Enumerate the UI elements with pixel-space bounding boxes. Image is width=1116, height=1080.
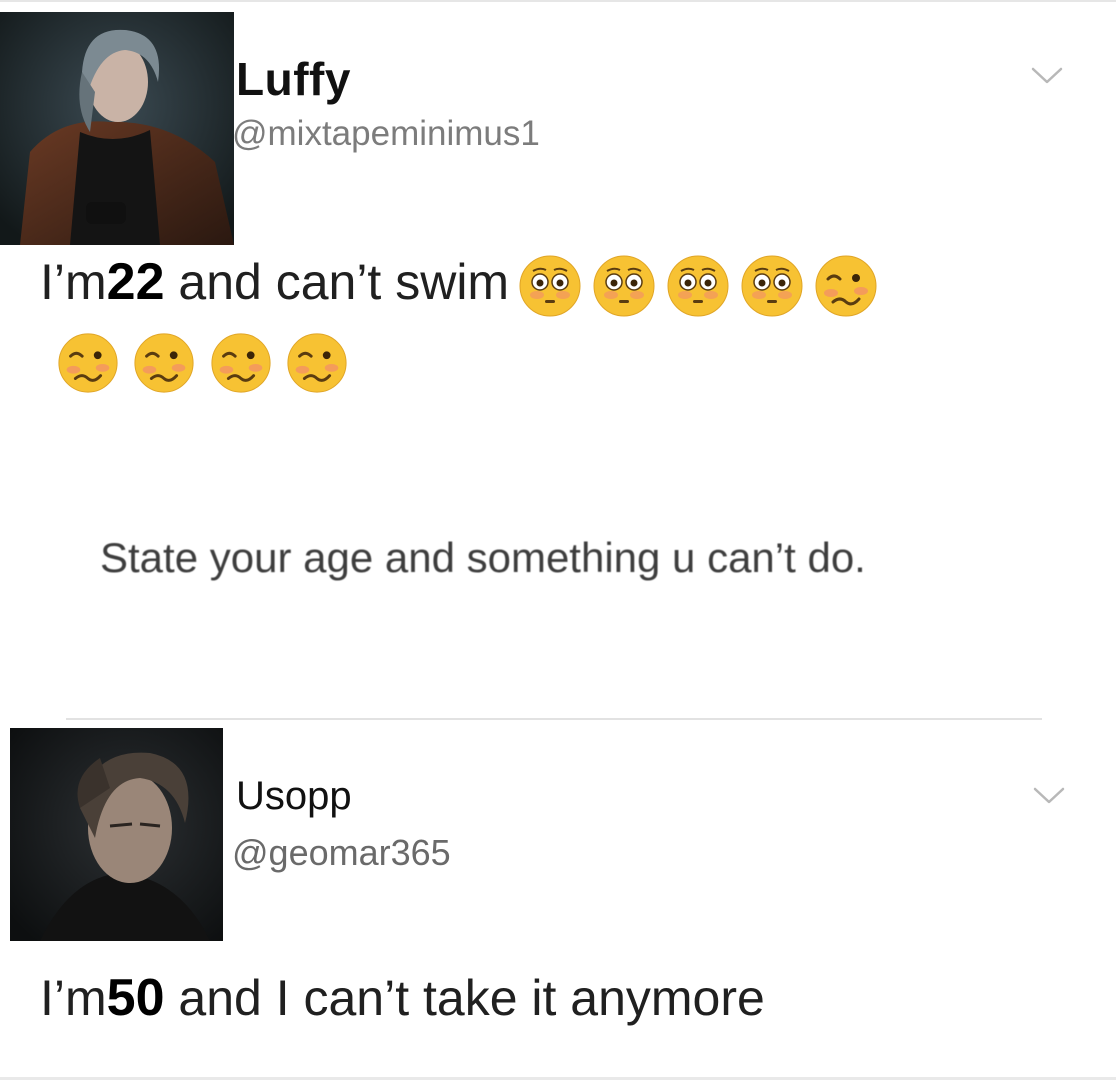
chevron-down-icon[interactable]: [1032, 786, 1066, 806]
flushed-face-icon: [665, 253, 731, 319]
woozy-face-icon: [132, 330, 196, 396]
tweet-text-suffix: and I can’t take it anymore: [164, 970, 765, 1026]
chevron-down-icon[interactable]: [1030, 66, 1064, 86]
woozy-face-icon: [813, 253, 879, 319]
flushed-face-icon: [591, 253, 657, 319]
flushed-face-icon: [517, 253, 583, 319]
tweet-body: I’m22 and can’t swim: [40, 252, 879, 319]
woozy-face-icon: [56, 330, 120, 396]
avatar-usopp[interactable]: [10, 728, 223, 941]
tweet-text-suffix: and can’t swim: [164, 254, 510, 310]
woozy-face-icon: [209, 330, 273, 396]
age-number: 22: [106, 253, 165, 311]
display-name[interactable]: Usopp: [236, 774, 352, 819]
flushed-face-icon: [739, 253, 805, 319]
woozy-face-icon: [285, 330, 349, 396]
avatar-luffy[interactable]: [0, 12, 234, 245]
quoted-tweet-text: State your age and something u can’t do.: [100, 534, 866, 581]
tweet-text-prefix: I’m: [40, 254, 107, 310]
tweet-text-prefix: I’m: [40, 970, 107, 1026]
tweet-divider: [66, 718, 1042, 720]
age-number: 50: [106, 969, 165, 1027]
display-name[interactable]: Luffy: [236, 52, 351, 106]
emoji-row: [48, 330, 349, 396]
top-divider: [0, 0, 1116, 2]
tweet-body: I’m50 and I can’t take it anymore: [40, 968, 765, 1028]
user-handle[interactable]: @mixtapeminimus1: [232, 114, 540, 154]
user-handle[interactable]: @geomar365: [232, 832, 451, 874]
